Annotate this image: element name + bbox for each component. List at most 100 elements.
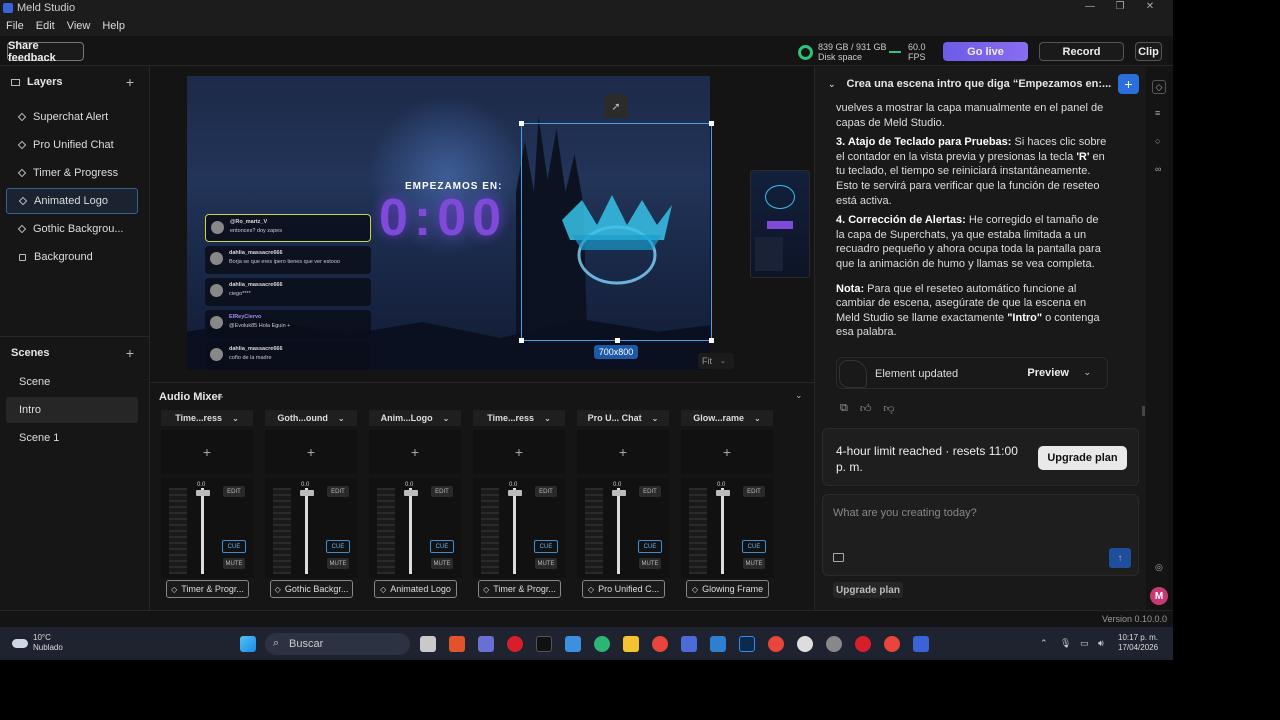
volume-fader-knob[interactable] bbox=[716, 490, 730, 496]
volume-fader-knob[interactable] bbox=[196, 490, 210, 496]
settings-icon[interactable]: ◎ bbox=[1155, 562, 1164, 572]
settings-app-icon[interactable] bbox=[826, 636, 842, 652]
edit-button[interactable]: EDIT bbox=[743, 486, 765, 497]
record-button[interactable]: Record bbox=[1039, 42, 1124, 61]
resize-handle[interactable] bbox=[519, 121, 524, 126]
explorer-icon[interactable] bbox=[623, 636, 639, 652]
meld-app-icon[interactable] bbox=[913, 636, 929, 652]
layer-item-superchat-alert[interactable]: Superchat Alert bbox=[6, 104, 138, 130]
chrome-icon[interactable] bbox=[652, 636, 668, 652]
volume-fader-track[interactable] bbox=[721, 488, 724, 574]
windows-start-icon[interactable] bbox=[240, 636, 256, 652]
prompt-input-box[interactable]: What are you creating today? ↑ bbox=[822, 494, 1139, 576]
cue-button[interactable]: CUE bbox=[326, 540, 350, 553]
volume-fader-knob[interactable] bbox=[404, 490, 418, 496]
volume-fader-knob[interactable] bbox=[508, 490, 522, 496]
image-attach-icon[interactable] bbox=[833, 553, 844, 562]
mute-button[interactable]: MUTE bbox=[743, 558, 765, 569]
brave-icon[interactable] bbox=[449, 636, 465, 652]
close-icon[interactable]: ✕ bbox=[1135, 0, 1165, 14]
menu-edit[interactable]: Edit bbox=[36, 20, 55, 32]
microphone-icon[interactable]: 🎙︎ bbox=[1060, 638, 1071, 649]
resize-handle[interactable] bbox=[709, 338, 714, 343]
minimize-icon[interactable]: — bbox=[1075, 0, 1105, 14]
pointer-tool-icon[interactable]: ➚ bbox=[604, 94, 628, 118]
strip-source-button[interactable]: ◇ Pro Unified C... bbox=[582, 580, 665, 598]
strip-source-button[interactable]: ◇ Timer & Progr... bbox=[166, 580, 249, 598]
mute-button[interactable]: MUTE bbox=[639, 558, 661, 569]
strip-header[interactable]: Pro U... Chat ⌄ bbox=[577, 410, 669, 426]
fit-zoom-select[interactable]: Fit ⌄ bbox=[698, 353, 734, 369]
strip-header[interactable]: Time...ress ⌄ bbox=[161, 410, 253, 426]
volume-fader-knob[interactable] bbox=[300, 490, 314, 496]
add-filter-button[interactable]: + bbox=[473, 430, 565, 474]
assistant-tab-icon[interactable]: ◇ bbox=[1152, 80, 1166, 94]
chrome-icon[interactable] bbox=[884, 636, 900, 652]
clock[interactable]: 10:17 p. m. 17/04/2026 bbox=[1118, 633, 1158, 653]
chevron-down-icon[interactable]: ⌄ bbox=[1083, 367, 1091, 378]
strip-header[interactable]: Goth...ound ⌄ bbox=[265, 410, 357, 426]
photoshop-icon[interactable] bbox=[739, 636, 755, 652]
maximize-icon[interactable]: ❐ bbox=[1105, 0, 1135, 14]
mute-button[interactable]: MUTE bbox=[431, 558, 453, 569]
volume-fader-track[interactable] bbox=[409, 488, 412, 574]
scene-item-scene-1[interactable]: Scene 1 bbox=[6, 425, 138, 451]
cue-button[interactable]: CUE bbox=[638, 540, 662, 553]
mute-button[interactable]: MUTE bbox=[223, 558, 245, 569]
thumbs-up-icon[interactable]: 👍︎ bbox=[860, 402, 872, 415]
upgrade-plan-button[interactable]: Upgrade plan bbox=[1038, 446, 1127, 470]
prompt-input[interactable]: What are you creating today? bbox=[833, 507, 977, 519]
menu-view[interactable]: View bbox=[67, 20, 91, 32]
cue-button[interactable]: CUE bbox=[742, 540, 766, 553]
user-avatar[interactable]: M bbox=[1150, 587, 1168, 605]
preview-button[interactable]: Preview bbox=[1027, 367, 1069, 379]
scene-item-intro[interactable]: Intro bbox=[6, 397, 138, 423]
go-live-button[interactable]: Go live bbox=[943, 42, 1028, 61]
mute-button[interactable]: MUTE bbox=[535, 558, 557, 569]
volume-fader-track[interactable] bbox=[513, 488, 516, 574]
app-icon[interactable] bbox=[681, 636, 697, 652]
chevron-up-icon[interactable]: ⌃ bbox=[1040, 638, 1048, 649]
menu-help[interactable]: Help bbox=[102, 20, 125, 32]
chevron-down-icon[interactable]: ⌄ bbox=[828, 79, 836, 90]
add-filter-button[interactable]: + bbox=[369, 430, 461, 474]
selection-box[interactable] bbox=[519, 121, 714, 343]
volume-icon[interactable]: 🔊︎ bbox=[1098, 638, 1104, 649]
layer-item-animated-logo[interactable]: Animated Logo bbox=[6, 188, 138, 214]
strip-header[interactable]: Time...ress ⌄ bbox=[473, 410, 565, 426]
copy-icon[interactable]: ⧉ bbox=[840, 402, 848, 415]
resize-handle[interactable] bbox=[709, 121, 714, 126]
add-scene-button[interactable]: + bbox=[126, 345, 134, 361]
edit-button[interactable]: EDIT bbox=[639, 486, 661, 497]
scene-item-scene[interactable]: Scene bbox=[6, 369, 138, 395]
edit-button[interactable]: EDIT bbox=[431, 486, 453, 497]
layer-item-background[interactable]: Background bbox=[6, 244, 138, 270]
menu-file[interactable]: File bbox=[6, 20, 24, 32]
strip-source-button[interactable]: ◇ Animated Logo bbox=[374, 580, 457, 598]
chrome-icon[interactable] bbox=[768, 636, 784, 652]
strip-header[interactable]: Anim...Logo ⌄ bbox=[369, 410, 461, 426]
edit-button[interactable]: EDIT bbox=[327, 486, 349, 497]
countdown-timer[interactable]: 0:00 bbox=[379, 188, 507, 248]
clip-button[interactable]: Clip bbox=[1135, 42, 1162, 61]
resize-handle[interactable] bbox=[615, 338, 620, 343]
volume-fader-knob[interactable] bbox=[612, 490, 626, 496]
task-view-icon[interactable] bbox=[420, 636, 436, 652]
thumbs-down-icon[interactable]: 👎︎ bbox=[883, 402, 894, 415]
new-chat-button[interactable]: + bbox=[1118, 74, 1139, 94]
strip-header[interactable]: Glow...rame ⌄ bbox=[681, 410, 773, 426]
add-layer-button[interactable]: + bbox=[126, 74, 134, 90]
chevron-down-icon[interactable]: ⌄ bbox=[795, 390, 803, 401]
layer-item-gothic-background[interactable]: Gothic Backgrou... bbox=[6, 216, 138, 242]
cue-button[interactable]: CUE bbox=[430, 540, 454, 553]
network-icon[interactable]: ▭ bbox=[1080, 638, 1089, 649]
mute-button[interactable]: MUTE bbox=[327, 558, 349, 569]
resize-handle[interactable] bbox=[519, 338, 524, 343]
volume-fader-track[interactable] bbox=[617, 488, 620, 574]
strip-source-button[interactable]: ◇ Gothic Backgr... bbox=[270, 580, 353, 598]
record-app-icon[interactable] bbox=[855, 636, 871, 652]
obs-icon[interactable] bbox=[797, 636, 813, 652]
add-filter-button[interactable]: + bbox=[681, 430, 773, 474]
share-feedback-button[interactable]: Share feedback bbox=[7, 40, 84, 64]
layer-item-pro-unified-chat[interactable]: Pro Unified Chat bbox=[6, 132, 138, 158]
